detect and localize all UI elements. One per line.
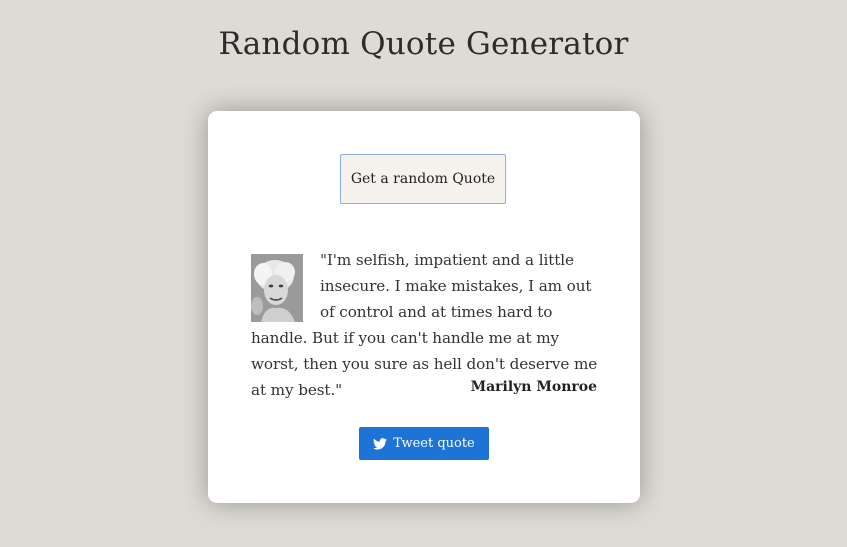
- get-random-quote-button[interactable]: Get a random Quote: [340, 154, 506, 204]
- quote-author: Marilyn Monroe: [470, 379, 597, 395]
- twitter-icon: [373, 437, 388, 450]
- tweet-quote-button[interactable]: Tweet quote: [359, 427, 489, 460]
- author-portrait: [251, 254, 303, 322]
- tweet-quote-label: Tweet quote: [393, 436, 475, 451]
- quote-card: Get a random Quote "I'm selfish, impatie…: [208, 111, 640, 503]
- page-title: Random Quote Generator: [218, 26, 629, 62]
- portrait-image: [251, 254, 303, 322]
